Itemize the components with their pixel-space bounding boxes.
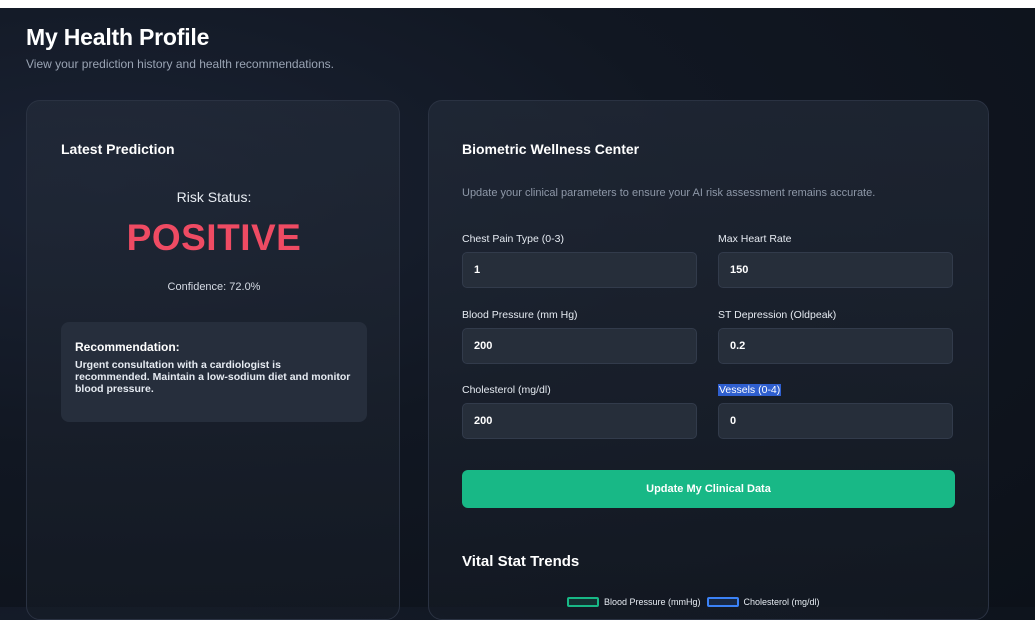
legend-swatch-blood-pressure (567, 597, 599, 607)
page-subtitle: View your prediction history and health … (26, 57, 334, 71)
biometric-wellness-card: Biometric Wellness Center Update your cl… (428, 100, 989, 620)
update-clinical-data-button[interactable]: Update My Clinical Data (462, 470, 955, 508)
max-heart-rate-label: Max Heart Rate (718, 233, 792, 245)
trends-legend: Blood Pressure (mmHg) Cholesterol (mg/dl… (567, 597, 820, 607)
wellness-intro: Update your clinical parameters to ensur… (462, 187, 876, 199)
latest-prediction-heading: Latest Prediction (61, 141, 175, 157)
confidence-text: Confidence: 72.0% (167, 281, 261, 293)
vessels-input[interactable] (718, 403, 953, 439)
legend-swatch-cholesterol (706, 597, 739, 607)
st-depression-input[interactable] (718, 328, 953, 364)
legend-item-blood-pressure[interactable]: Blood Pressure (mmHg) (567, 597, 701, 607)
cholesterol-input[interactable] (462, 403, 697, 439)
max-heart-rate-input[interactable] (718, 252, 953, 288)
vessels-label: Vessels (0-4) (718, 384, 782, 396)
legend-item-cholesterol[interactable]: Cholesterol (mg/dl) (706, 597, 820, 607)
blood-pressure-input[interactable] (462, 328, 697, 364)
legend-label-cholesterol: Cholesterol (mg/dl) (743, 597, 820, 607)
latest-prediction-card: Latest Prediction Risk Status: POSITIVE … (26, 100, 400, 620)
risk-status-value: POSITIVE (126, 217, 302, 258)
recommendation-title: Recommendation: (75, 340, 180, 354)
top-edge-bar (0, 0, 1035, 8)
blood-pressure-label: Blood Pressure (mm Hg) (462, 309, 578, 321)
cholesterol-label: Cholesterol (mg/dl) (462, 384, 551, 396)
chest-pain-label: Chest Pain Type (0-3) (462, 233, 564, 245)
risk-status-label: Risk Status: (176, 189, 252, 205)
recommendation-box: Recommendation: Urgent consultation with… (61, 322, 367, 422)
st-depression-label: ST Depression (Oldpeak) (718, 309, 837, 321)
wellness-heading: Biometric Wellness Center (462, 141, 640, 157)
page-title: My Health Profile (26, 24, 210, 50)
legend-label-blood-pressure: Blood Pressure (mmHg) (604, 597, 701, 607)
vital-stat-trends-heading: Vital Stat Trends (462, 553, 580, 570)
chest-pain-input[interactable] (462, 252, 697, 288)
recommendation-text: Urgent consultation with a cardiologist … (75, 359, 351, 395)
